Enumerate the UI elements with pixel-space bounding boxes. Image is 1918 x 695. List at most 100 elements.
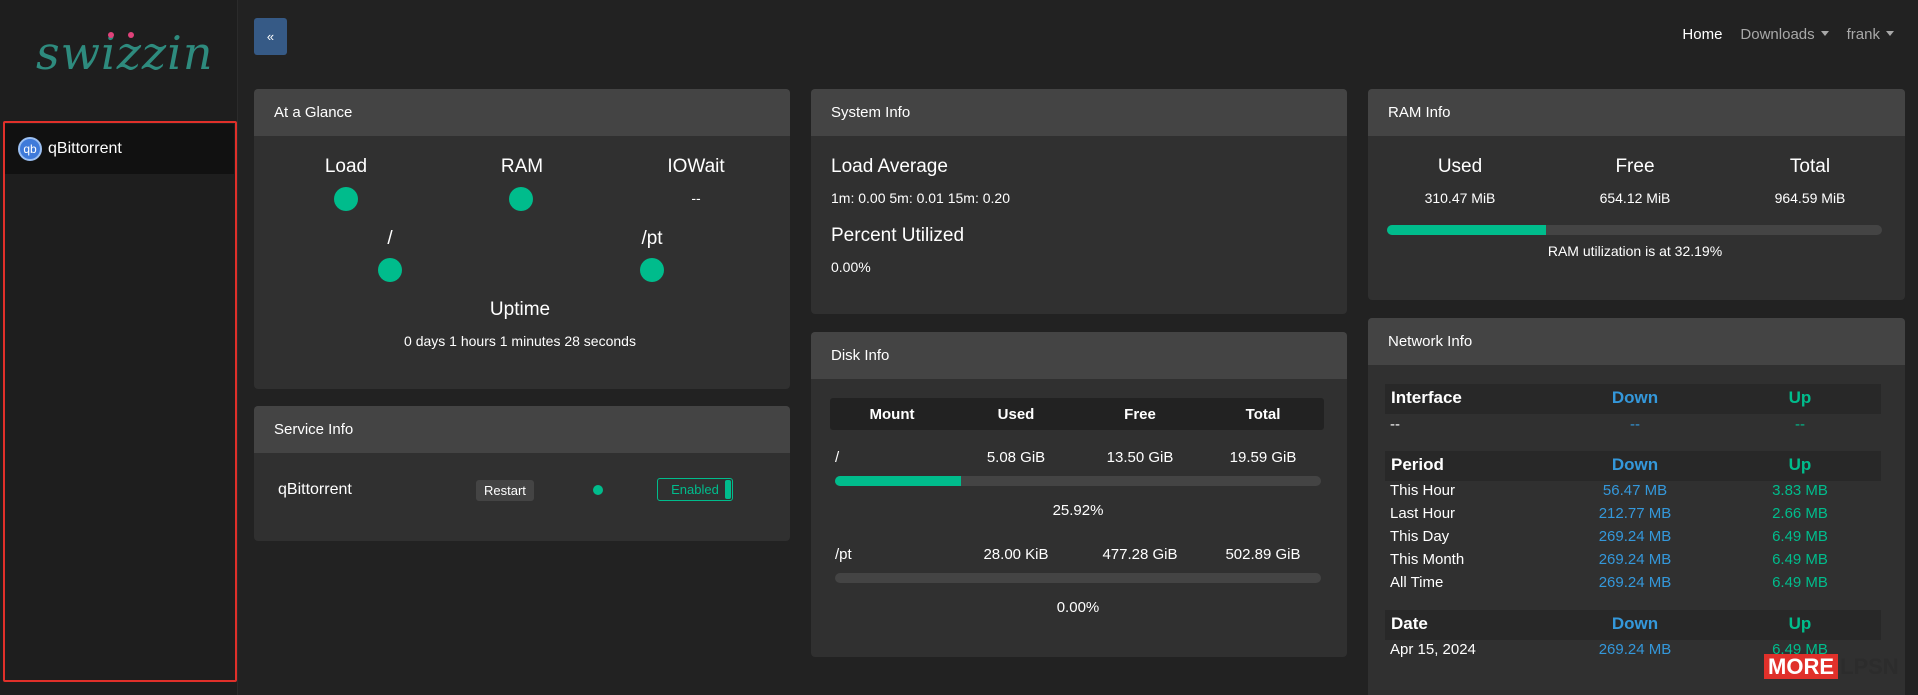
card-title: Service Info: [254, 406, 790, 453]
toggle-knob: [725, 480, 731, 499]
period-up: 3.83 MB: [1772, 482, 1828, 499]
nav-home[interactable]: Home: [1682, 26, 1722, 43]
ram-usage-fill: [1387, 225, 1547, 235]
interface-down-header: Down: [1611, 388, 1659, 407]
period-label: This Day: [1390, 528, 1450, 545]
period-down: 56.47 MB: [1602, 482, 1668, 499]
watermark-faint-text: LPSN: [1840, 654, 1899, 679]
nav-downloads[interactable]: Downloads: [1740, 26, 1829, 43]
watermark: MORE LPSN: [1764, 654, 1899, 680]
ram-total-value: 964.59 MiB: [1774, 190, 1846, 206]
period-header: Period: [1391, 455, 1444, 474]
disk-free: 477.28 GiB: [1102, 546, 1178, 563]
disk-mount: /: [835, 449, 840, 466]
iowait-value: --: [691, 190, 701, 206]
interface-name: --: [1390, 416, 1400, 433]
interface-down: --: [1630, 416, 1640, 433]
period-label: This Month: [1390, 551, 1465, 568]
restart-button[interactable]: Restart: [476, 480, 534, 501]
period-label: Last Hour: [1390, 505, 1456, 522]
interface-up: --: [1795, 416, 1805, 433]
load-status-dot: [334, 187, 358, 211]
ram-status-dot: [509, 187, 533, 211]
period-down-header: Down: [1611, 455, 1659, 474]
ram-total-label: Total: [1789, 156, 1831, 177]
disk-usage-fill: [835, 476, 961, 486]
disk-percent: 25.92%: [1052, 502, 1104, 519]
nav-downloads-label: Downloads: [1740, 26, 1815, 43]
interface-up-header: Up: [1788, 388, 1812, 407]
percent-utilized-value: 0.00%: [831, 259, 871, 275]
ram-used-value: 310.47 MiB: [1424, 190, 1496, 206]
percent-utilized-label: Percent Utilized: [831, 225, 965, 246]
card-title: Disk Info: [811, 332, 1347, 379]
pt-mount-label: /pt: [641, 228, 663, 249]
date-down-header: Down: [1611, 614, 1659, 633]
card-title: System Info: [811, 89, 1347, 136]
logo-dot: [128, 32, 134, 38]
period-down: 269.24 MB: [1598, 528, 1672, 545]
sidebar: swizzin qb qBittorrent: [0, 0, 238, 695]
period-down: 212.77 MB: [1598, 505, 1672, 522]
service-status-dot: [593, 485, 603, 495]
chevron-down-icon: [1820, 30, 1829, 36]
column-header: Mount: [869, 406, 915, 423]
root-mount-status-dot: [378, 258, 402, 282]
column-header: Free: [1124, 406, 1156, 423]
nav-user-menu[interactable]: frank: [1847, 26, 1894, 43]
date-label: Apr 15, 2024: [1390, 641, 1476, 658]
card-title: At a Glance: [254, 89, 790, 136]
ram-usage-bar: [1387, 225, 1882, 235]
period-label: All Time: [1390, 574, 1444, 591]
load-average-value: 1m: 0.00 5m: 0.01 15m: 0.20: [831, 190, 1010, 206]
top-nav: Home Downloads frank: [1682, 26, 1894, 43]
ram-used-label: Used: [1437, 156, 1483, 177]
watermark-boxed-text: MORE: [1764, 654, 1838, 679]
period-up: 6.49 MB: [1772, 528, 1828, 545]
date-up-header: Up: [1788, 614, 1812, 633]
disk-total: 19.59 GiB: [1229, 449, 1297, 466]
uptime-value: 0 days 1 hours 1 minutes 28 seconds: [404, 333, 636, 349]
load-label: Load: [324, 156, 368, 177]
disk-mount: /pt: [835, 546, 852, 563]
period-down: 269.24 MB: [1598, 574, 1672, 591]
period-up: 6.49 MB: [1772, 574, 1828, 591]
sidebar-highlight-box: [3, 121, 237, 682]
sidebar-toggle-button[interactable]: «: [254, 18, 287, 55]
period-up: 2.66 MB: [1772, 505, 1828, 522]
ram-label: RAM: [500, 156, 544, 177]
nav-user-label: frank: [1846, 26, 1880, 43]
logo-text: swizzin: [36, 26, 214, 80]
card-title: RAM Info: [1368, 89, 1905, 136]
disk-free: 13.50 GiB: [1106, 449, 1174, 466]
uptime-label: Uptime: [489, 299, 551, 320]
enabled-label: Enabled: [671, 482, 719, 497]
column-header: Used: [997, 406, 1035, 423]
period-label: This Hour: [1390, 482, 1456, 499]
service-enabled-toggle[interactable]: Enabled: [657, 478, 733, 501]
disk-usage-bar: [835, 573, 1321, 583]
date-header: Date: [1391, 614, 1428, 633]
disk-total: 502.89 GiB: [1225, 546, 1301, 563]
service-info-card: Service Info: [254, 406, 790, 541]
chevron-down-icon: [1886, 30, 1894, 36]
period-up: 6.49 MB: [1772, 551, 1828, 568]
ram-free-value: 654.12 MiB: [1599, 190, 1671, 206]
logo-dot: [108, 32, 114, 38]
period-up-header: Up: [1788, 455, 1812, 474]
ram-utilization-text: RAM utilization is at 32.19%: [1547, 243, 1723, 259]
disk-used: 28.00 KiB: [983, 546, 1049, 563]
pt-mount-status-dot: [640, 258, 664, 282]
qbittorrent-icon: qb: [18, 137, 42, 161]
disk-percent: 0.00%: [1056, 599, 1100, 616]
date-down: 269.24 MB: [1598, 641, 1672, 658]
sidebar-item-label: qBittorrent: [48, 140, 122, 157]
sidebar-item-qbittorrent[interactable]: qb qBittorrent: [4, 124, 234, 174]
disk-table-header: Mount Used Free Total: [830, 398, 1324, 430]
ram-free-label: Free: [1615, 156, 1655, 177]
period-down: 269.24 MB: [1598, 551, 1672, 568]
swizzin-logo[interactable]: swizzin: [30, 18, 213, 98]
column-header: Total: [1245, 406, 1281, 423]
card-title: Network Info: [1368, 318, 1905, 365]
root-mount-label: /: [387, 228, 393, 249]
